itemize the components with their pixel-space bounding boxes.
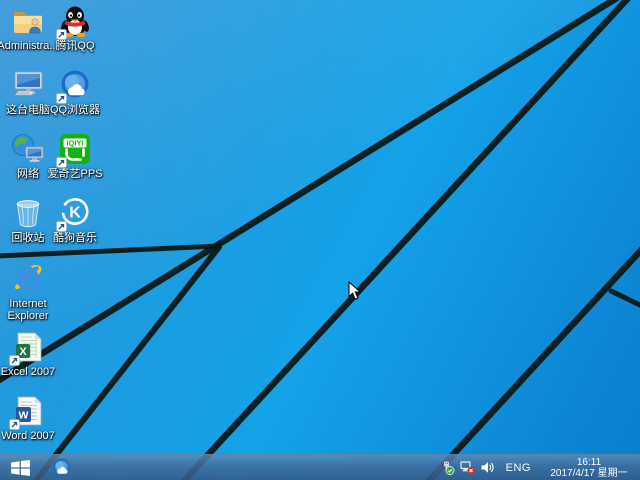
desktop-icon-internet-explorer[interactable]: Internet Explorer: [0, 262, 59, 322]
shortcut-arrow-overlay: [56, 29, 67, 40]
excel-icon: X: [11, 330, 45, 364]
svg-text:K: K: [69, 205, 81, 222]
recycle-bin-icon: [11, 196, 45, 230]
shortcut-arrow-overlay: [9, 419, 20, 430]
icon-label: Internet Explorer: [0, 298, 59, 322]
clock-date: 2017/4/17 星期一: [547, 468, 631, 479]
kugou-music-icon: K: [58, 196, 92, 230]
desktop: Administra...: [0, 0, 640, 480]
clock-time: 16:11: [547, 457, 631, 468]
shortcut-arrow-overlay: [56, 93, 67, 104]
icon-label: 腾讯QQ: [44, 40, 106, 52]
clock[interactable]: 16:11 2017/4/17 星期一: [542, 457, 636, 479]
iqiyi-pps-icon: iQIYI: [58, 132, 92, 166]
desktop-icon-qq-browser[interactable]: QQ浏览器: [44, 68, 106, 116]
desktop-icon-iqiyi-pps[interactable]: iQIYI 爱奇艺PPS: [44, 132, 106, 180]
windows-logo-icon: [11, 460, 30, 476]
icon-label: Word 2007: [0, 430, 59, 442]
icon-label: 爱奇艺PPS: [44, 168, 106, 180]
shortcut-arrow-overlay: [9, 355, 20, 366]
qq-browser-icon: [51, 457, 72, 478]
start-button[interactable]: [0, 455, 40, 480]
svg-text:W: W: [19, 410, 29, 422]
taskbar: ENG 16:11 2017/4/17 星期一: [0, 454, 640, 480]
shortcut-arrow-overlay: [56, 221, 67, 232]
shortcut-arrow-overlay: [56, 157, 67, 168]
qq-penguin-icon: [58, 4, 92, 38]
computer-icon: [11, 68, 45, 102]
administrator-folder-icon: [11, 4, 45, 38]
volume-icon[interactable]: [480, 460, 495, 475]
icon-label: Excel 2007: [0, 366, 59, 378]
icon-label: QQ浏览器: [44, 104, 106, 116]
network-status-icon[interactable]: [460, 460, 475, 475]
usb-safely-remove-icon[interactable]: [440, 460, 455, 475]
language-indicator[interactable]: ENG: [500, 462, 537, 474]
desktop-icon-excel-2007[interactable]: X Excel 2007: [0, 330, 59, 378]
qq-browser-icon: [58, 68, 92, 102]
network-globe-icon: [11, 132, 45, 166]
taskbar-qq-browser-button[interactable]: [40, 455, 82, 480]
icon-label: 酷狗音乐: [44, 232, 106, 244]
mouse-cursor: [348, 281, 362, 301]
system-tray: ENG 16:11 2017/4/17 星期一: [440, 455, 640, 480]
word-icon: W: [11, 394, 45, 428]
desktop-icon-tencent-qq[interactable]: 腾讯QQ: [44, 4, 106, 52]
svg-text:iQIYI: iQIYI: [66, 139, 83, 148]
internet-explorer-icon: [11, 262, 45, 296]
svg-text:X: X: [19, 346, 27, 358]
desktop-icon-kugou-music[interactable]: K 酷狗音乐: [44, 196, 106, 244]
desktop-icon-word-2007[interactable]: W Word 2007: [0, 394, 59, 442]
